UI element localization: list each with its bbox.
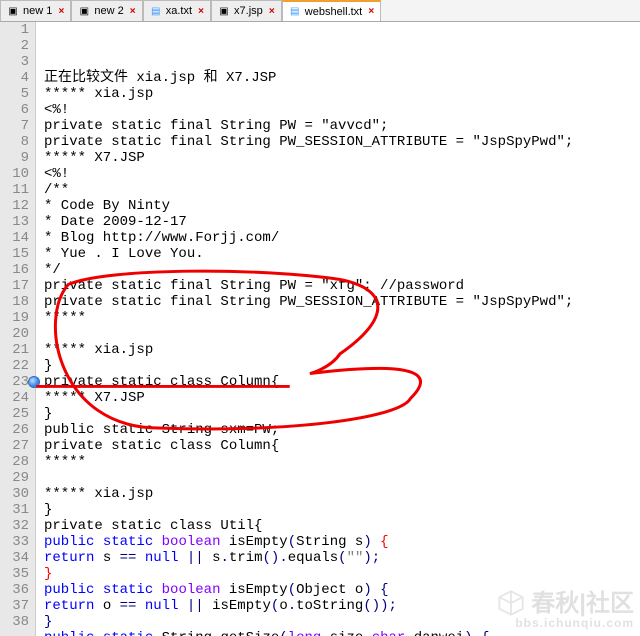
doc-icon: ▣	[78, 5, 90, 17]
tab-new-2[interactable]: ▣ new 2 ×	[71, 0, 142, 21]
tab-xa-txt[interactable]: ▤ xa.txt ×	[143, 0, 211, 21]
code-line[interactable]: }	[44, 566, 640, 582]
code-line[interactable]: * Yue . I Love You.	[44, 246, 640, 262]
line-number: 4	[4, 70, 29, 86]
code-line[interactable]: ***** xia.jsp	[44, 86, 640, 102]
line-number: 36	[4, 582, 29, 598]
line-number: 28	[4, 454, 29, 470]
txt-icon: ▤	[289, 6, 301, 18]
code-line[interactable]: }	[44, 358, 640, 374]
tab-new-1[interactable]: ▣ new 1 ×	[0, 0, 71, 21]
code-line[interactable]: }	[44, 406, 640, 422]
code-line[interactable]: ***** X7.JSP	[44, 150, 640, 166]
line-number: 14	[4, 230, 29, 246]
tab-bar: ▣ new 1 × ▣ new 2 × ▤ xa.txt × ▣ x7.jsp …	[0, 0, 640, 22]
tab-label: webshell.txt	[305, 6, 362, 18]
line-number: 1	[4, 22, 29, 38]
code-line[interactable]: private static final String PW = "xfg"; …	[44, 278, 640, 294]
line-number: 6	[4, 102, 29, 118]
line-number: 8	[4, 134, 29, 150]
close-icon[interactable]: ×	[56, 6, 66, 16]
txt-icon: ▤	[150, 5, 162, 17]
line-number: 9	[4, 150, 29, 166]
line-number: 21	[4, 342, 29, 358]
code-line[interactable]: *****	[44, 454, 640, 470]
line-number: 17	[4, 278, 29, 294]
code-line[interactable]: private static final String PW_SESSION_A…	[44, 294, 640, 310]
tab-label: x7.jsp	[234, 5, 263, 17]
code-line[interactable]	[44, 470, 640, 486]
line-number: 34	[4, 550, 29, 566]
tab-label: new 2	[94, 5, 123, 17]
line-number: 12	[4, 198, 29, 214]
tab-label: new 1	[23, 5, 52, 17]
code-line[interactable]: *****	[44, 310, 640, 326]
line-gutter: 1234567891011121314151617181920212223242…	[0, 22, 36, 636]
code-line[interactable]: ***** X7.JSP	[44, 390, 640, 406]
line-number: 16	[4, 262, 29, 278]
code-line[interactable]: private static final String PW = "avvcd"…	[44, 118, 640, 134]
line-number: 22	[4, 358, 29, 374]
close-icon[interactable]: ×	[196, 6, 206, 16]
tab-x7-jsp[interactable]: ▣ x7.jsp ×	[211, 0, 282, 21]
code-line[interactable]: ***** xia.jsp	[44, 486, 640, 502]
code-line[interactable]: }	[44, 502, 640, 518]
code-line[interactable]: return s == null || s.trim().equals("");	[44, 550, 640, 566]
code-line[interactable]: * Code By Ninty	[44, 198, 640, 214]
line-number: 31	[4, 502, 29, 518]
line-number: 30	[4, 486, 29, 502]
line-number: 20	[4, 326, 29, 342]
close-icon[interactable]: ×	[128, 6, 138, 16]
code-line[interactable]: */	[44, 262, 640, 278]
code-line[interactable]: return o == null || isEmpty(o.toString()…	[44, 598, 640, 614]
line-number: 37	[4, 598, 29, 614]
close-icon[interactable]: ×	[267, 6, 277, 16]
code-editor[interactable]: 1234567891011121314151617181920212223242…	[0, 22, 640, 636]
close-icon[interactable]: ×	[366, 7, 376, 17]
tab-webshell-txt[interactable]: ▤ webshell.txt ×	[282, 0, 381, 21]
line-number: 5	[4, 86, 29, 102]
line-number: 13	[4, 214, 29, 230]
code-line[interactable]: ***** xia.jsp	[44, 342, 640, 358]
code-line[interactable]	[44, 326, 640, 342]
code-line[interactable]: public static String sxm=PW;	[44, 422, 640, 438]
code-line[interactable]: /**	[44, 182, 640, 198]
code-line[interactable]: private static class Util{	[44, 518, 640, 534]
code-line[interactable]: 正在比较文件 xia.jsp 和 X7.JSP	[44, 70, 640, 86]
line-number: 32	[4, 518, 29, 534]
code-line[interactable]: private static class Column{	[44, 374, 640, 390]
line-number: 3	[4, 54, 29, 70]
code-line[interactable]: private static class Column{	[44, 438, 640, 454]
line-number: 24	[4, 390, 29, 406]
line-number: 25	[4, 406, 29, 422]
code-line[interactable]: public static boolean isEmpty(String s) …	[44, 534, 640, 550]
line-number: 33	[4, 534, 29, 550]
doc-icon: ▣	[218, 5, 230, 17]
line-number: 27	[4, 438, 29, 454]
line-number: 18	[4, 294, 29, 310]
code-line[interactable]: public static String getSize(long size,c…	[44, 630, 640, 636]
code-area[interactable]: 正在比较文件 xia.jsp 和 X7.JSP***** xia.jsp<%!p…	[36, 22, 640, 636]
doc-icon: ▣	[7, 5, 19, 17]
line-number: 38	[4, 614, 29, 630]
line-number: 7	[4, 118, 29, 134]
line-number: 11	[4, 182, 29, 198]
code-line[interactable]: private static final String PW_SESSION_A…	[44, 134, 640, 150]
line-number: 35	[4, 566, 29, 582]
line-number: 29	[4, 470, 29, 486]
line-number: 26	[4, 422, 29, 438]
code-line[interactable]: <%!	[44, 166, 640, 182]
tab-label: xa.txt	[166, 5, 192, 17]
line-number: 19	[4, 310, 29, 326]
line-number: 15	[4, 246, 29, 262]
code-line[interactable]: <%!	[44, 102, 640, 118]
line-number: 10	[4, 166, 29, 182]
line-number: 23	[4, 374, 29, 390]
line-number: 2	[4, 38, 29, 54]
code-line[interactable]: * Date 2009-12-17	[44, 214, 640, 230]
code-line[interactable]: * Blog http://www.Forjj.com/	[44, 230, 640, 246]
code-line[interactable]: public static boolean isEmpty(Object o) …	[44, 582, 640, 598]
code-line[interactable]: }	[44, 614, 640, 630]
